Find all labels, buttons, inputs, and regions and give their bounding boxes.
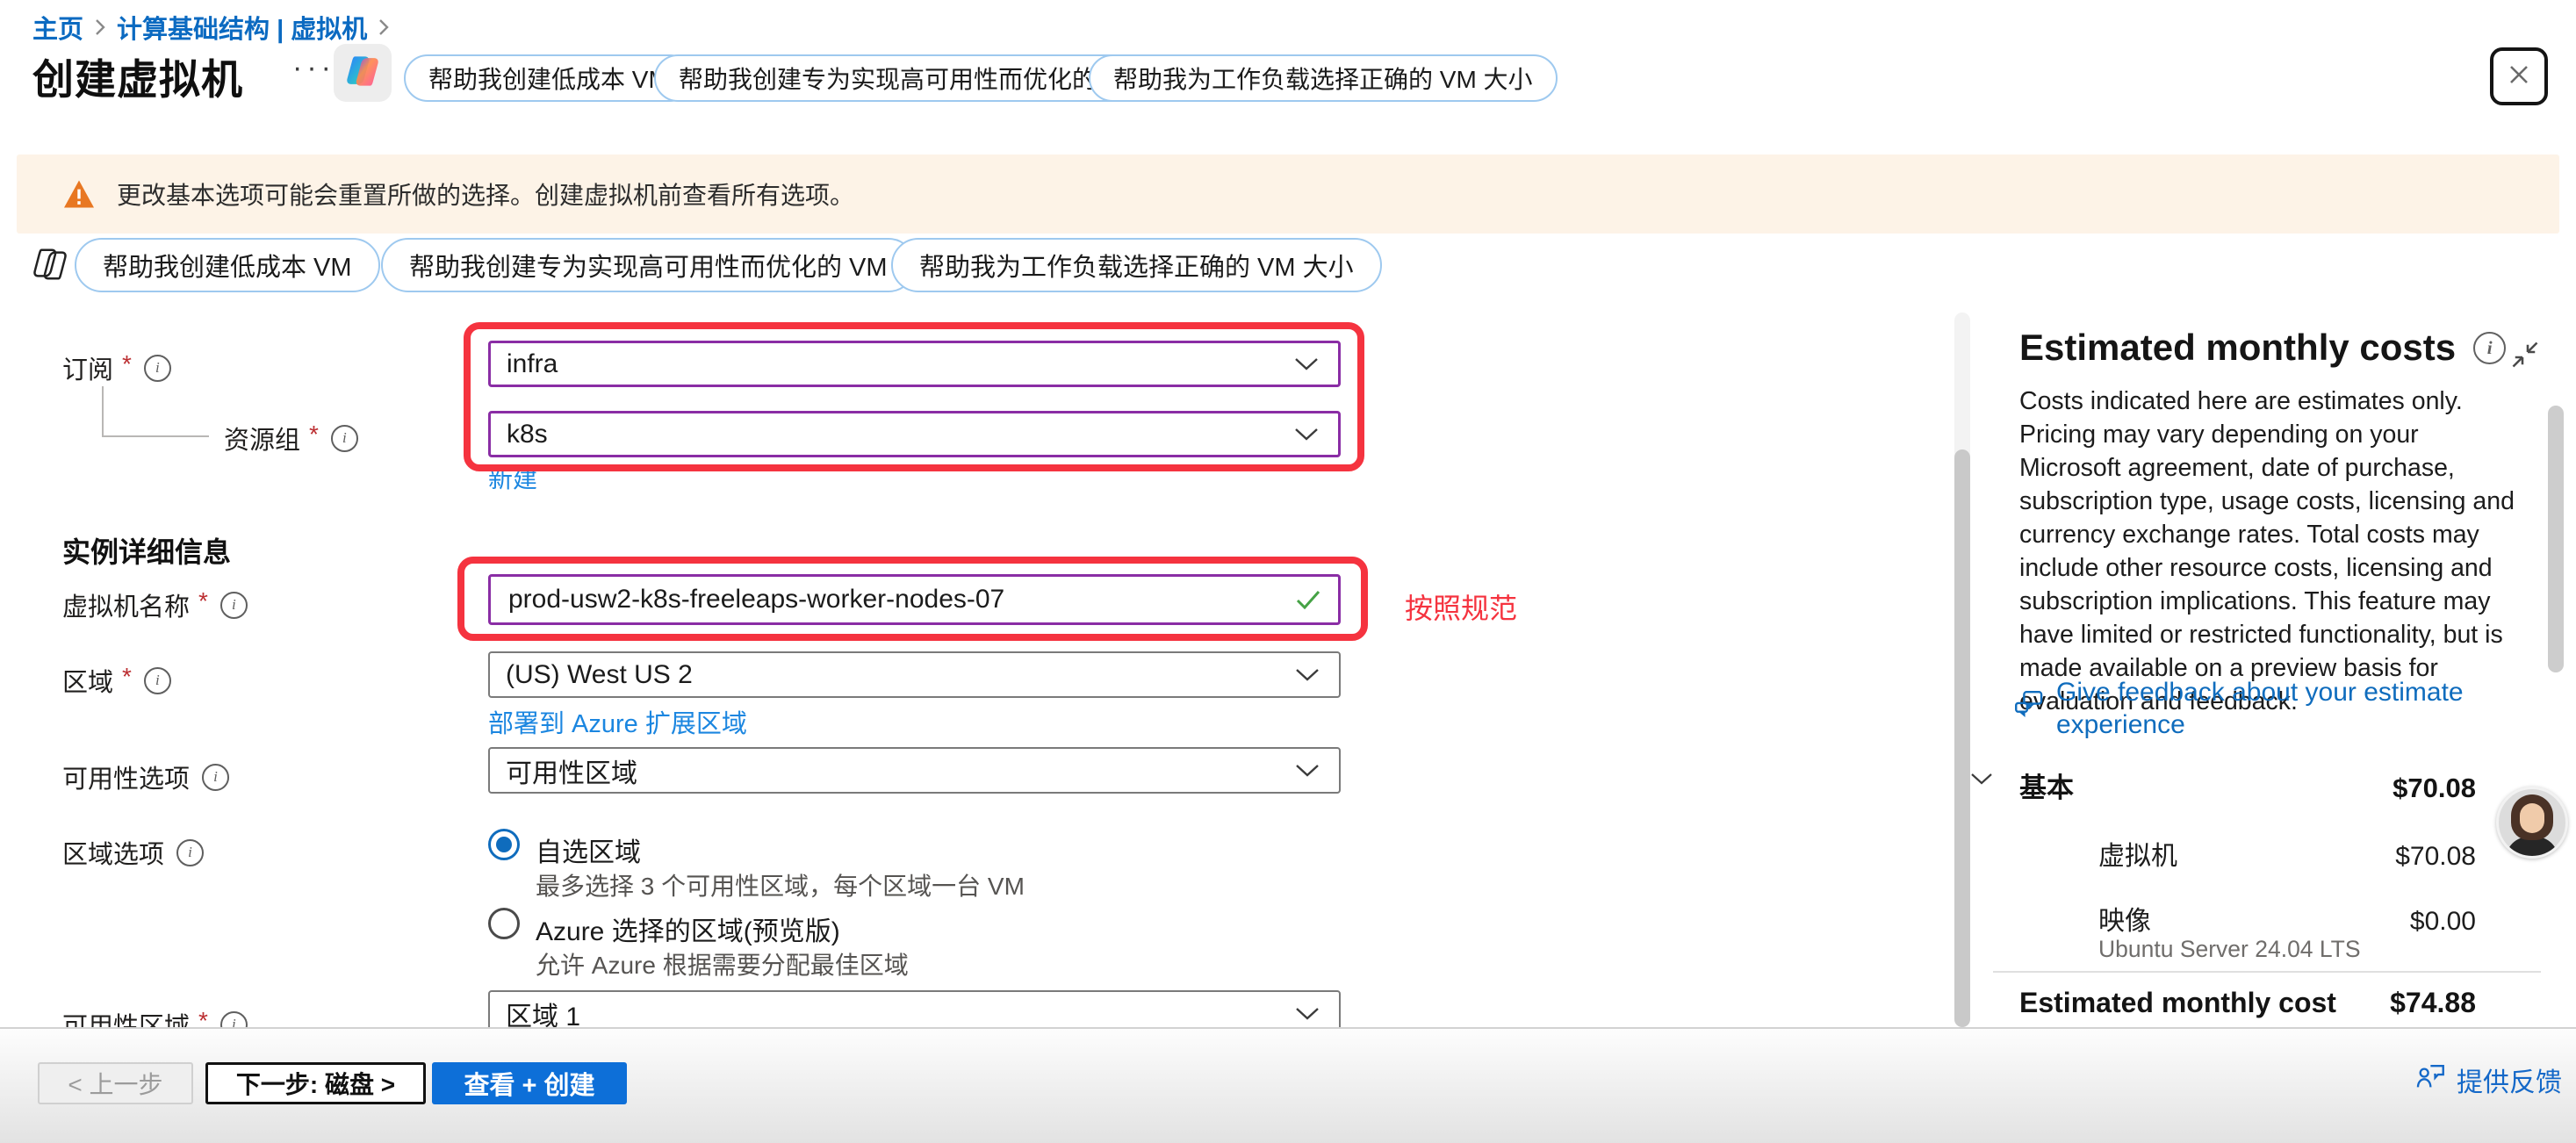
hierarchy-connector <box>102 386 104 437</box>
create-vm-page: 主页 计算基础结构 | 虚拟机 创建虚拟机 <box>0 0 2576 1143</box>
availability-options-label: 可用性选项 <box>62 758 229 795</box>
breadcrumb-home[interactable]: 主页 <box>32 9 83 46</box>
cost-item-row: 映像 $0.00 <box>2098 899 2476 938</box>
radio-azure-selected-zone[interactable] <box>488 908 520 939</box>
more-options-icon[interactable] <box>292 51 335 85</box>
warning-icon <box>62 179 96 209</box>
info-icon[interactable] <box>220 592 248 619</box>
previous-button[interactable]: < 上一步 <box>38 1062 193 1104</box>
zone-option1-label[interactable]: 自选区域 <box>536 830 641 869</box>
chevron-down-icon <box>1295 1007 1320 1021</box>
instance-details-header: 实例详细信息 <box>62 530 231 571</box>
chevron-down-icon <box>1295 668 1320 682</box>
cost-panel-title: Estimated monthly costs <box>2019 327 2506 369</box>
info-icon[interactable] <box>176 839 204 866</box>
availability-options-dropdown[interactable]: 可用性区域 <box>488 747 1341 794</box>
copilot-suggestion-right-size[interactable]: 帮助我为工作负载选择正确的 VM 大小 <box>1089 54 1558 102</box>
zone-options-label: 区域选项 <box>62 834 204 871</box>
chevron-right-icon <box>378 18 390 37</box>
avatar-face <box>2520 803 2544 833</box>
chevron-right-icon <box>94 18 106 37</box>
page-title: 创建虚拟机 <box>32 46 243 106</box>
cost-group-row: 基本 $70.08 <box>2019 766 2476 805</box>
close-button[interactable] <box>2490 47 2548 105</box>
review-create-button[interactable]: 查看 + 创建 <box>432 1062 627 1104</box>
copilot-button[interactable] <box>334 44 392 102</box>
cost-group-label: 基本 <box>2019 766 2074 805</box>
annotation-text: 按照规范 <box>1405 586 1517 627</box>
resource-group-dropdown[interactable]: k8s <box>488 411 1341 457</box>
cost-item-row: 虚拟机 $70.08 <box>2098 834 2476 873</box>
region-dropdown[interactable]: (US) West US 2 <box>488 651 1341 698</box>
chevron-down-icon <box>1294 428 1319 442</box>
breadcrumb: 主页 计算基础结构 | 虚拟机 <box>32 9 390 46</box>
collapse-panel-icon[interactable] <box>2509 339 2541 375</box>
copilot-suggestion-low-cost[interactable]: 帮助我创建低成本 VM <box>404 54 694 102</box>
cost-panel-description: Costs indicated here are estimates only.… <box>2019 385 2524 718</box>
zone-option2-description: 允许 Azure 根据需要分配最佳区域 <box>536 946 909 981</box>
chevron-down-icon <box>1295 764 1320 778</box>
feedback-link[interactable]: 提供反馈 <box>2416 1060 2562 1099</box>
info-icon[interactable] <box>331 425 358 452</box>
assistant-avatar[interactable] <box>2496 787 2568 859</box>
copilot-suggestion-right-size-2[interactable]: 帮助我为工作负载选择正确的 VM 大小 <box>891 238 1382 292</box>
copilot-suggestion-low-cost-2[interactable]: 帮助我创建低成本 VM <box>75 238 380 292</box>
info-icon[interactable] <box>2473 332 2506 364</box>
main-scrollbar-thumb[interactable] <box>1954 449 1970 1027</box>
resource-group-label: 资源组 * <box>224 420 358 456</box>
copilot-outline-icon <box>30 244 70 289</box>
valid-check-icon <box>1296 590 1320 609</box>
close-icon <box>2505 61 2533 93</box>
cost-total-row: Estimated monthly cost $74.88 <box>2019 987 2476 1019</box>
estimate-feedback-link[interactable]: Give feedback about your estimate experi… <box>2014 676 2530 741</box>
footer-bar: < 上一步 下一步: 磁盘 > 查看 + 创建 提供反馈 <box>0 1027 2576 1143</box>
feedback-bubbles-icon <box>2014 688 2044 741</box>
region-label: 区域 * <box>62 662 171 699</box>
copilot-suggestion-high-availability-2[interactable]: 帮助我创建专为实现高可用性而优化的 VM <box>381 238 916 292</box>
breadcrumb-section[interactable]: 计算基础结构 | 虚拟机 <box>117 9 367 46</box>
chevron-down-icon[interactable] <box>1970 773 1993 786</box>
subscription-label: 订阅 * <box>62 349 171 386</box>
info-icon[interactable] <box>202 764 229 791</box>
warning-banner: 更改基本选项可能会重置所做的选择。创建虚拟机前查看所有选项。 <box>17 155 2559 234</box>
subscription-dropdown[interactable]: infra <box>488 341 1341 387</box>
divider <box>1993 971 2541 973</box>
create-new-link[interactable]: 新建 <box>488 460 537 495</box>
person-feedback-icon <box>2416 1062 2446 1097</box>
info-icon[interactable] <box>144 667 171 694</box>
image-sku-subtext: Ubuntu Server 24.04 LTS <box>2098 936 2361 963</box>
copilot-icon <box>344 53 381 94</box>
panel-scrollbar-thumb[interactable] <box>2548 406 2564 672</box>
hierarchy-connector <box>102 435 209 437</box>
next-disks-button[interactable]: 下一步: 磁盘 > <box>205 1062 426 1104</box>
zone-option1-description: 最多选择 3 个可用性区域，每个区域一台 VM <box>536 867 1025 902</box>
vm-name-label: 虚拟机名称 * <box>62 586 248 623</box>
radio-self-select-zone[interactable] <box>488 829 520 860</box>
zone-option2-label[interactable]: Azure 选择的区域(预览版) <box>536 909 840 948</box>
warning-text: 更改基本选项可能会重置所做的选择。创建虚拟机前查看所有选项。 <box>117 176 854 212</box>
vm-name-field <box>488 574 1341 625</box>
chevron-down-icon <box>1294 357 1319 371</box>
info-icon[interactable] <box>144 355 171 382</box>
edge-zone-link[interactable]: 部署到 Azure 扩展区域 <box>488 703 747 740</box>
cost-group-value: $70.08 <box>2393 773 2476 804</box>
vm-name-input[interactable] <box>507 584 1296 615</box>
